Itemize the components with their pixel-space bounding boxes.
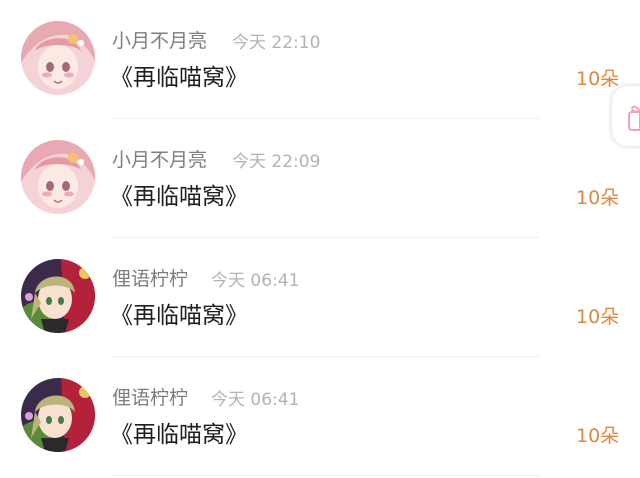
timestamp: 今天 22:09 xyxy=(232,152,321,172)
floating-gift-button[interactable] xyxy=(612,86,640,146)
pink-hair-avatar-icon xyxy=(21,21,95,95)
gift-box-icon xyxy=(628,105,640,131)
list-item[interactable]: 俚语柠柠 今天 06:41 《再临喵窝》 10朵 xyxy=(0,238,640,357)
avatar[interactable] xyxy=(21,21,95,95)
green-hair-avatar-icon xyxy=(21,259,95,333)
avatar[interactable] xyxy=(21,259,95,333)
timestamp: 今天 06:41 xyxy=(211,390,300,410)
list-item[interactable]: 小月不月亮 今天 22:10 《再临喵窝》 10朵 xyxy=(0,0,640,119)
gift-count: 10朵 xyxy=(576,187,620,209)
timestamp: 今天 06:41 xyxy=(211,271,300,291)
message-text: 《再临喵窝》 xyxy=(110,184,248,210)
gift-count: 10朵 xyxy=(576,68,620,90)
avatar[interactable] xyxy=(21,378,95,452)
user-name[interactable]: 小月不月亮 xyxy=(112,145,207,172)
list-item[interactable]: 小月不月亮 今天 22:09 《再临喵窝》 10朵 xyxy=(0,119,640,238)
user-name[interactable]: 俚语柠柠 xyxy=(112,264,188,291)
user-name[interactable]: 小月不月亮 xyxy=(112,26,207,53)
divider xyxy=(112,475,540,476)
green-hair-avatar-icon xyxy=(21,378,95,452)
gift-count: 10朵 xyxy=(576,425,620,447)
comment-list: 小月不月亮 今天 22:10 《再临喵窝》 10朵 小月不月亮 今天 22:09 xyxy=(0,0,640,478)
list-item[interactable]: 俚语柠柠 今天 06:41 《再临喵窝》 10朵 xyxy=(0,357,640,476)
message-text: 《再临喵窝》 xyxy=(110,65,248,91)
message-text: 《再临喵窝》 xyxy=(110,303,248,329)
pink-hair-avatar-icon xyxy=(21,140,95,214)
message-text: 《再临喵窝》 xyxy=(110,422,248,448)
timestamp: 今天 22:10 xyxy=(232,33,321,53)
user-name[interactable]: 俚语柠柠 xyxy=(112,383,188,410)
gift-count: 10朵 xyxy=(576,306,620,328)
avatar[interactable] xyxy=(21,140,95,214)
